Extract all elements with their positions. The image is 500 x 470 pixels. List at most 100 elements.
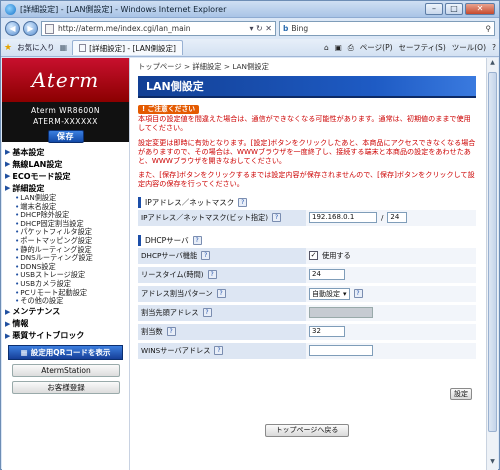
chevron-down-icon: ▾ (343, 289, 347, 298)
start-address-row: 割当先頭アドレス? (138, 304, 476, 322)
dhcp-function-label: DHCPサーバ機能 (141, 250, 198, 260)
qr-code-label: 設定用QRコードを表示 (30, 347, 111, 357)
assign-count-input[interactable]: 32 (309, 326, 345, 338)
arrow-right-icon: ▶ (5, 331, 11, 340)
notice-paragraph-3: また、[保存]ボタンをクリックするまでは設定内容が保存されませんので、[保存]ボ… (138, 170, 475, 189)
arrow-right-icon: ▶ (5, 148, 11, 156)
wins-label: WINSサーバアドレス (141, 345, 211, 355)
home-icon[interactable]: ⌂ (324, 43, 329, 52)
model-box: Aterm WR8600N ATERM-XXXXXX 保存 (2, 102, 129, 143)
help-icon[interactable]: ? (201, 251, 211, 261)
arrow-right-icon: ▶ (5, 172, 11, 180)
aterm-logo: Aterm (2, 58, 129, 102)
notice-paragraph-2: 設定変更は即時に有効となります。[設定]ボタンをクリックしたあと、本商品にアクセ… (138, 137, 476, 166)
sidebar-section-label: 基本設定 (12, 147, 45, 157)
start-address-label: 割当先頭アドレス (141, 307, 199, 317)
search-engine-label: Bing (291, 24, 309, 33)
close-button[interactable]: ✕ (465, 3, 495, 15)
sidebar-section[interactable]: ▶ 情報 (5, 318, 129, 330)
refresh-stop-icons[interactable]: ▾ ↻ ✕ (249, 24, 272, 33)
scroll-up-icon[interactable]: ▲ (488, 59, 497, 70)
help-icon[interactable]: ? (192, 235, 202, 245)
save-button[interactable]: 保存 (47, 130, 84, 143)
help-icon[interactable]: ? (353, 289, 363, 299)
tab-title: [詳細設定] - [LAN側設定] (89, 43, 176, 53)
forward-button[interactable]: ▶ (23, 21, 38, 36)
ip-address-input[interactable]: 192.168.0.1 (309, 212, 377, 224)
help-icon[interactable]: ? (238, 197, 248, 207)
back-button[interactable]: ◀ (5, 21, 20, 36)
page-menu[interactable]: ページ(P) (360, 42, 393, 53)
ip-section-heading: IPアドレス／ネットマスク ? (138, 196, 476, 208)
help-icon[interactable]: ? (202, 308, 212, 318)
url-field[interactable]: http://aterm.me/index.cgi/lan_main ▾ ↻ ✕ (41, 21, 276, 36)
ip-section-title: IPアドレス／ネットマスク (145, 197, 235, 207)
help-icon[interactable]: ? (272, 213, 282, 223)
safety-menu[interactable]: セーフティ(S) (399, 42, 446, 53)
address-bar: ◀ ▶ http://aterm.me/index.cgi/lan_main ▾… (1, 18, 499, 39)
model-name: Aterm WR8600N (30, 106, 101, 115)
set-button[interactable]: 設定 (450, 388, 472, 400)
sidebar-section[interactable]: ▶ 無線LAN設定 (5, 158, 129, 170)
search-box[interactable]: b Bing ⚲ (279, 21, 495, 36)
lease-time-input[interactable]: 24 (309, 269, 345, 281)
help-icon[interactable]: ? (216, 289, 226, 299)
arrow-right-icon: ▶ (5, 184, 11, 192)
sidebar-section[interactable]: ▶ 悪質サイトブロック (5, 330, 129, 342)
feeds-icon[interactable]: ▣ (335, 43, 342, 52)
help-icon[interactable]: ? (166, 327, 176, 337)
device-id: ATERM-XXXXXX (33, 117, 98, 126)
sidebar-section-label: 詳細設定 (12, 183, 45, 193)
favorites-button[interactable]: お気に入り (17, 42, 55, 53)
url-text: http://aterm.me/index.cgi/lan_main (58, 24, 191, 33)
minimize-button[interactable]: – (425, 3, 443, 15)
arrow-right-icon: ▶ (5, 307, 11, 316)
sidebar: Aterm Aterm WR8600N ATERM-XXXXXX 保存 ▶ 基本設… (2, 58, 130, 470)
tools-menu[interactable]: ツール(O) (452, 42, 486, 53)
grid-icon[interactable]: ▦ (60, 43, 68, 52)
back-to-top-button[interactable]: トップページへ戻る (265, 424, 349, 437)
maximize-button[interactable]: □ (445, 3, 463, 15)
sidebar-section-label: ECOモード設定 (12, 171, 71, 181)
window-title: [詳細設定] - [LAN側設定] - Windows Internet Exp… (20, 4, 227, 14)
sidebar-section-label: メンテナンス (12, 307, 61, 317)
help-menu[interactable]: ? (492, 43, 496, 52)
qr-code-button[interactable]: ▦ 設定用QRコードを表示 (8, 344, 123, 360)
wins-input[interactable] (309, 345, 373, 357)
dhcp-use-checkbox[interactable]: ✓ (309, 251, 318, 261)
assign-count-label: 割当数 (141, 326, 163, 336)
mask-separator: / (381, 213, 384, 223)
help-icon[interactable]: ? (207, 270, 217, 280)
print-icon[interactable]: ⎙ (348, 43, 354, 53)
bing-icon: b (283, 24, 289, 33)
wins-row: WINSサーバアドレス? (138, 342, 476, 360)
sidebar-menu: ▶基本設定▶無線LAN設定▶ECOモード設定▶詳細設定LAN側設定端末名設定DH… (2, 142, 129, 342)
main-panel: トップページ > 詳細設定 > LAN側設定 LAN側設定 ! ご注意ください … (138, 58, 476, 437)
vertical-scrollbar[interactable]: ▲ ▼ (486, 58, 498, 470)
sidebar-section[interactable]: ▶ メンテナンス (5, 306, 129, 318)
dhcp-use-label: 使用する (322, 250, 351, 260)
lease-time-label: リースタイム(時間) (141, 269, 204, 279)
sidebar-section[interactable]: ▶ ECOモード設定 (5, 170, 129, 182)
sidebar-section-label: 悪質サイトブロック (12, 331, 85, 341)
lease-time-row: リースタイム(時間)? 24 (138, 266, 476, 284)
page-icon (45, 23, 54, 34)
netmask-input[interactable]: 24 (387, 212, 408, 224)
aterm-station-button[interactable]: AtermStation (12, 363, 120, 377)
tab-bar: ★ お気に入り ▦ [詳細設定] - [LAN側設定] ⌂ ▣ ⎙ ページ(P)… (1, 39, 499, 57)
search-icon[interactable]: ⚲ (486, 24, 492, 33)
favorites-star-icon[interactable]: ★ (4, 43, 12, 53)
scroll-thumb[interactable] (488, 72, 497, 432)
help-icon[interactable]: ? (214, 346, 224, 356)
qr-icon: ▦ (20, 347, 28, 357)
arrow-right-icon: ▶ (5, 160, 11, 168)
sidebar-item[interactable]: その他の設定 (5, 297, 129, 306)
sidebar-section[interactable]: ▶ 基本設定 (5, 146, 129, 158)
scroll-down-icon[interactable]: ▼ (488, 458, 497, 469)
dhcp-section-title: DHCPサーバ (145, 235, 189, 245)
assign-pattern-select[interactable]: 自動設定 ▾ (309, 287, 350, 300)
tab-current[interactable]: [詳細設定] - [LAN側設定] (72, 40, 183, 55)
assign-pattern-row: アドレス割当パターン? 自動設定 ▾ ? (138, 285, 476, 303)
customer-registration-button[interactable]: お客様登録 (12, 380, 120, 394)
notice-tag: ! ご注意ください (138, 105, 200, 115)
